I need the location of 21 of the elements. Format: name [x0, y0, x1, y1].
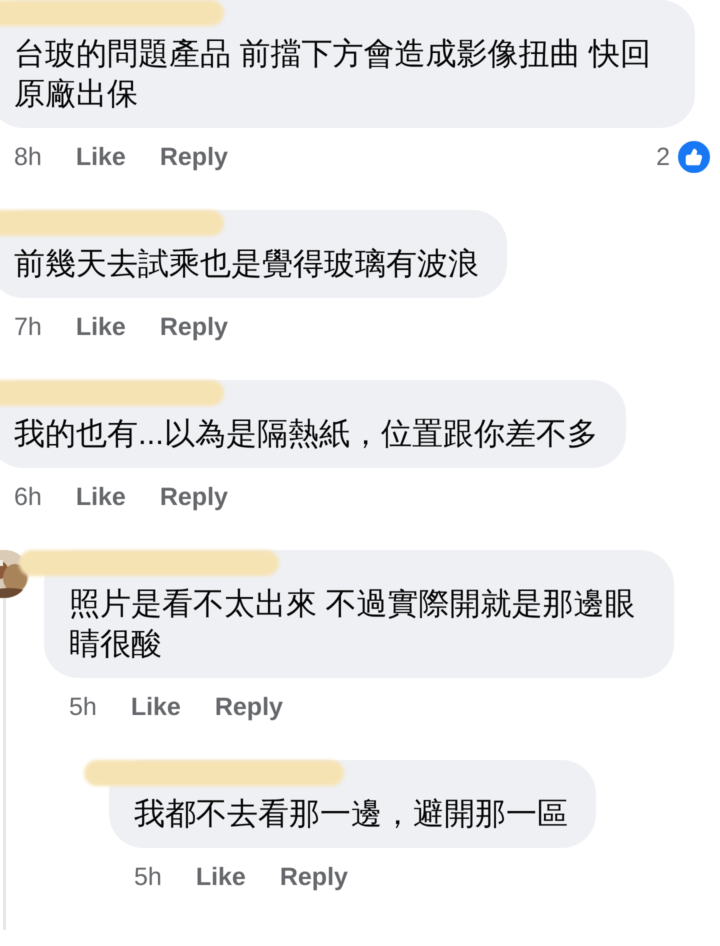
- reply-link[interactable]: Reply: [160, 142, 228, 172]
- reply-link[interactable]: Reply: [280, 862, 348, 892]
- reply-link[interactable]: Reply: [160, 482, 228, 512]
- like-link[interactable]: Like: [76, 312, 126, 342]
- comment-time: 5h: [134, 862, 162, 892]
- comment-time: 8h: [14, 142, 42, 172]
- like-link[interactable]: Like: [76, 482, 126, 512]
- reply-link[interactable]: Reply: [160, 312, 228, 342]
- comment-text: 照片是看不太出來 不過實際開就是那邊眼睛很酸: [69, 585, 637, 663]
- comment-text: 台玻的問題產品 前擋下方會造成影像扭曲 快回原廠出保: [14, 35, 652, 113]
- reply-link[interactable]: Reply: [214, 692, 283, 722]
- reaction-count: 2: [656, 142, 670, 172]
- comment-time: 5h: [69, 692, 97, 722]
- comment-text: 我的也有...以為是隔熱紙，位置跟你差不多: [14, 415, 598, 453]
- like-link[interactable]: Like: [76, 142, 126, 172]
- comment-text: 前幾天去試乘也是覺得玻璃有波浪: [14, 245, 479, 283]
- comment-text: 我都不去看那一邊，避開那一區: [134, 795, 568, 833]
- like-link[interactable]: Like: [130, 692, 181, 722]
- comment-time: 6h: [14, 482, 42, 512]
- comment-time: 7h: [14, 312, 42, 342]
- like-link[interactable]: Like: [196, 862, 246, 892]
